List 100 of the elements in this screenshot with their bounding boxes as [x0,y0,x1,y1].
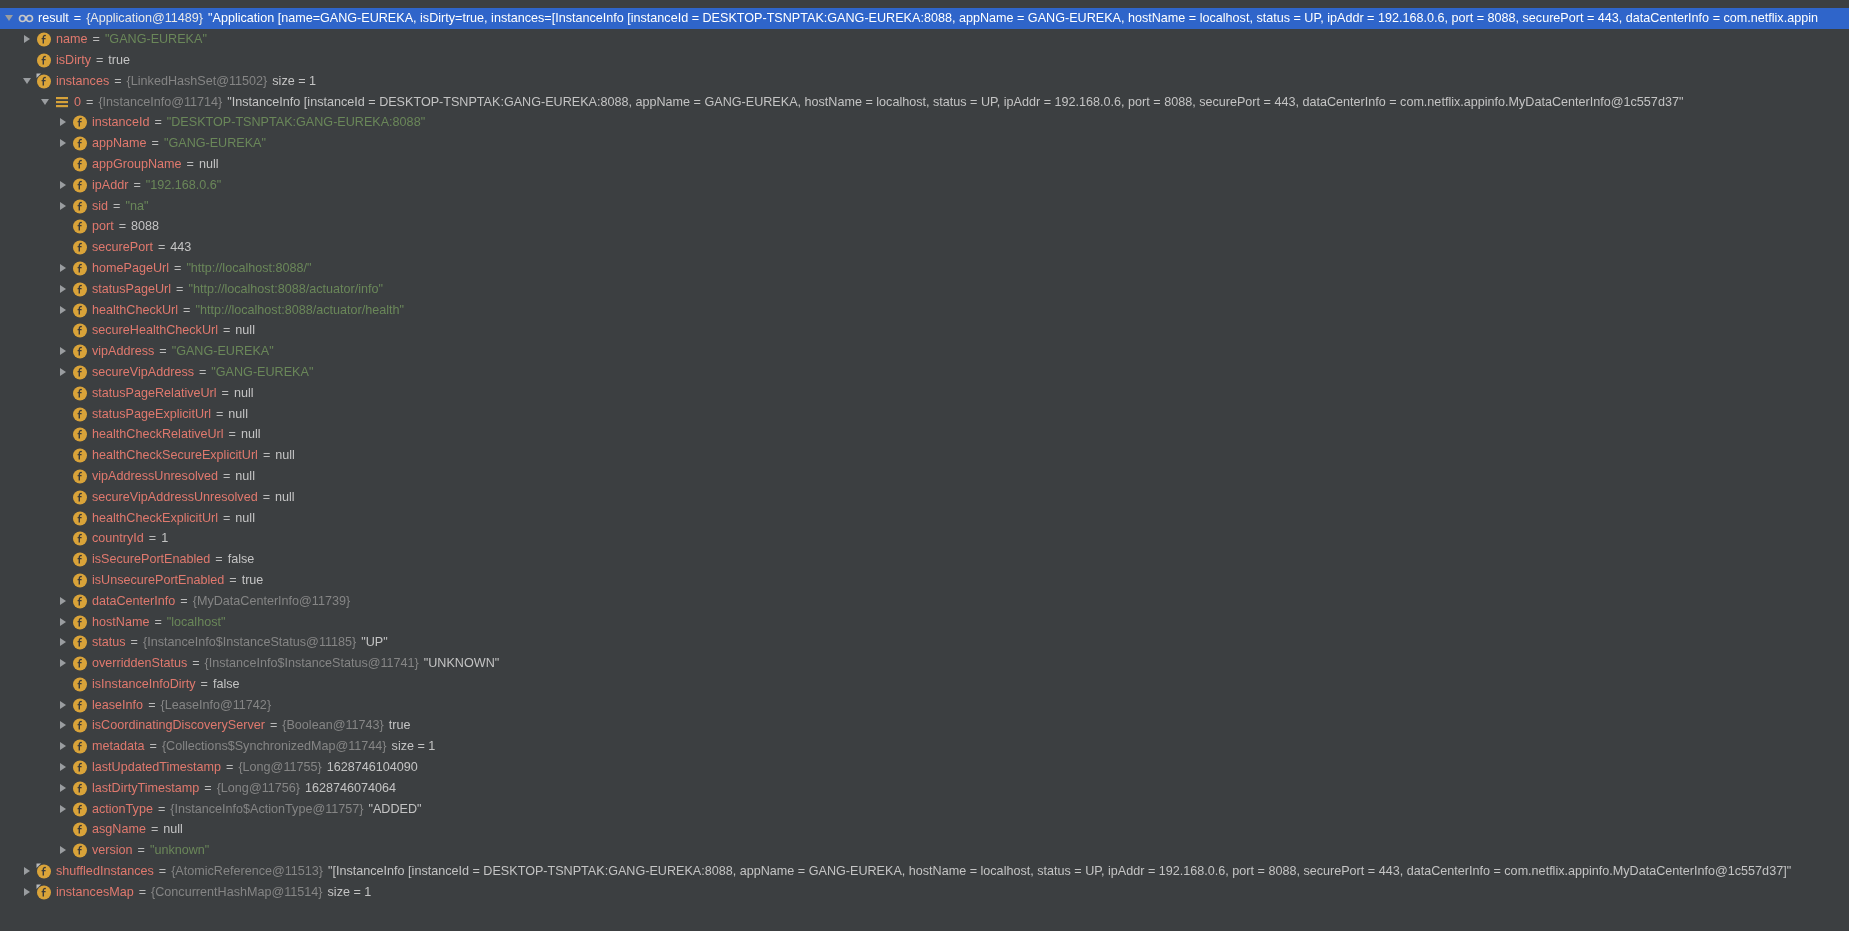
expand-icon[interactable] [58,699,68,710]
variable-row[interactable] [0,8,1849,29]
variable-row[interactable]: countryId = 1 [0,527,1849,549]
variable-row[interactable]: homePageUrl = "http://localhost:8088/" [0,257,1849,279]
variable-row[interactable]: version = "unknown" [0,839,1849,861]
expand-icon[interactable] [58,179,68,190]
collapse-icon[interactable] [40,96,50,107]
expand-icon[interactable] [58,304,68,315]
variable-row[interactable]: healthCheckUrl = "http://localhost:8088/actuator/health" [0,299,1849,320]
variable-name: version [92,843,133,858]
expand-icon[interactable] [58,720,68,731]
equals-sign: = [137,843,145,858]
variable-value: null [235,323,255,338]
variable-row[interactable]: isInstanceInfoDirty = false [0,673,1849,695]
variable-row[interactable]: appName = "GANG-EUREKA" [0,132,1849,154]
variable-row[interactable]: instanceId = "DESKTOP-TSNPTAK:GANG-EUREKA:8088" [0,112,1849,133]
variable-row[interactable]: securePort = 443 [0,236,1849,258]
variable-value: size = 1 [327,884,372,899]
variable-row[interactable]: healthCheckSecureExplicitUrl = null [0,444,1849,466]
expand-icon[interactable] [58,762,68,773]
field-icon [36,72,52,89]
expand-icon[interactable] [58,200,68,211]
variable-row[interactable]: secureVipAddressUnresolved = null [0,486,1849,508]
variable-row[interactable]: hostName = "localhost" [0,611,1849,632]
equals-sign: = [192,656,200,671]
variable-value: null [233,385,254,400]
variable-name: secureVipAddress [92,364,194,379]
variable-row[interactable]: asgName = null [0,819,1849,840]
variable-row[interactable]: sid = "na" [0,195,1849,216]
field-icon [72,842,88,859]
variable-row[interactable]: isUnsecurePortEnabled = true [0,569,1849,591]
expand-icon[interactable] [58,782,68,793]
variable-row[interactable]: isSecurePortEnabled = false [0,548,1849,570]
variable-row[interactable]: port = 8088 [0,215,1849,237]
expand-icon[interactable] [58,283,68,294]
variable-row[interactable]: actionType = {InstanceInfo$ActionType@11757} "ADDED" [0,798,1849,820]
variable-row[interactable]: dataCenterInfo = {MyDataCenterInfo@11739} [0,590,1849,612]
expand-icon[interactable] [58,616,68,627]
variable-row[interactable]: vipAddress = "GANG-EUREKA" [0,340,1849,362]
object-reference: {AtomicReference@11513} [171,864,324,879]
variable-row[interactable]: statusPageUrl = "http://localhost:8088/actuator/info" [0,278,1849,300]
field-icon [72,426,88,443]
variable-row[interactable]: secureVipAddress = "GANG-EUREKA" [0,361,1849,383]
equals-sign: = [183,302,191,317]
expand-icon[interactable] [22,866,32,877]
variable-row[interactable]: metadata = {Collections$SynchronizedMap@11744} size = 1 [0,735,1849,757]
equals-sign: = [118,219,127,234]
variable-row[interactable]: healthCheckRelativeUrl = null [0,423,1849,445]
variable-row[interactable]: ipAddr = "192.168.0.6" [0,174,1849,196]
field-icon [72,343,88,360]
expand-icon[interactable] [58,262,68,273]
equals-sign: = [262,448,271,463]
field-icon [72,197,88,214]
collapse-icon[interactable] [22,75,32,86]
equals-sign: = [154,614,162,629]
variable-row[interactable]: appGroupName = null [0,153,1849,175]
expand-icon[interactable] [58,595,68,606]
variable-row[interactable]: isCoordinatingDiscoveryServer = {Boolean@11743} true [0,715,1849,736]
variable-row[interactable]: overriddenStatus = {InstanceInfo$InstanceStatus@11741} "UNKNOWN" [0,652,1849,674]
variable-row[interactable]: healthCheckExplicitUrl = null [0,507,1849,528]
equals-sign: = [151,136,159,151]
field-icon [72,571,88,588]
expand-icon[interactable] [58,845,68,856]
variable-row[interactable]: statusPageExplicitUrl = null [0,403,1849,424]
variable-value: null [275,448,295,463]
variable-row[interactable]: isDirty = true [0,49,1849,71]
variable-row[interactable]: statusPageRelativeUrl = null [0,382,1849,404]
equals-sign: = [157,240,166,255]
string-value: "na" [125,198,149,213]
equals-sign: = [148,531,157,546]
variable-row[interactable]: name = "GANG-EUREKA" [0,28,1849,50]
expand-icon[interactable] [58,658,68,669]
expand-icon[interactable] [22,886,32,897]
variable-row[interactable]: leaseInfo = {LeaseInfo@11742} [0,694,1849,716]
variable-value: true [108,53,131,67]
expand-icon[interactable] [58,741,68,752]
variable-row[interactable]: lastDirtyTimestamp = {Long@11756} 1628746074064 [0,777,1849,799]
variable-row[interactable]: secureHealthCheckUrl = null [0,319,1849,341]
variable-row[interactable]: status = {InstanceInfo$InstanceStatus@11185} "UP" [0,631,1849,653]
variable-name: vipAddressUnresolved [92,468,218,483]
expand-icon[interactable] [58,117,68,128]
object-reference: {Application@11489} [86,11,204,26]
variable-value: 8088 [131,219,160,234]
variable-row[interactable]: instancesMap = {ConcurrentHashMap@11514} size = 1 [0,881,1849,903]
variable-value: "InstanceInfo [instanceId = DESKTOP-TSNPTAK:GANG-EUREKA:8088, appName = GANG-EUREKA, hostName = localhost, status = UP, ipAddr = 192.168.0.6, port = 8088, securePort = 443, dataCenterInfo = com.netflix.appinfo.MyDataCenterInfo@1c557d37" [227,94,1684,109]
field-icon [36,863,52,880]
variable-row[interactable]: lastUpdatedTimestamp = {Long@11755} 1628746104090 [0,756,1849,778]
variable-name: leaseInfo [92,697,144,712]
variable-value: "ADDED" [368,801,422,816]
variable-row[interactable]: instances = {LinkedHashSet@11502} size = 1 [0,70,1849,92]
variable-value: 1628746074064 [304,780,397,795]
expand-icon[interactable] [58,366,68,377]
expand-icon[interactable] [58,346,68,357]
variable-name: port [92,219,114,234]
expand-icon[interactable] [58,637,68,648]
expand-icon[interactable] [58,803,68,814]
expand-icon[interactable] [58,138,68,149]
expand-icon[interactable] [22,34,32,45]
variable-row[interactable]: vipAddressUnresolved = null [0,465,1849,487]
field-icon [72,551,88,568]
